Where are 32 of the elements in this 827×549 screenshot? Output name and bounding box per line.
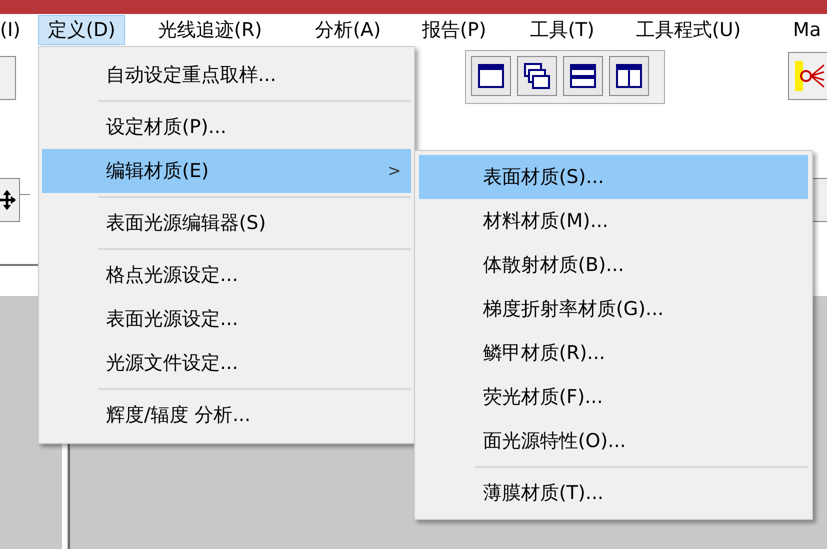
menu-item[interactable]: 表面光源编辑器(S) bbox=[42, 201, 411, 245]
menu-item[interactable]: Ma bbox=[793, 15, 822, 45]
menu-item[interactable]: 编辑材质(E) > bbox=[42, 149, 411, 193]
menu-item[interactable]: 体散射材质(B)... bbox=[419, 243, 808, 287]
menu-item[interactable]: 设定材质(P)... bbox=[42, 105, 411, 149]
menu-item[interactable]: (I) bbox=[0, 15, 20, 45]
menu-item[interactable]: 报告(P) bbox=[422, 15, 486, 45]
menu-item[interactable]: 光源文件设定... bbox=[42, 341, 411, 385]
menu-item[interactable]: 面光源特性(O)... bbox=[419, 419, 808, 463]
menu-item[interactable]: 鳞甲材质(R)... bbox=[419, 331, 808, 375]
menu-item[interactable]: 格点光源设定... bbox=[42, 253, 411, 297]
move-icon bbox=[0, 190, 16, 210]
menu-item[interactable]: 定义(D) bbox=[38, 15, 126, 45]
light-source-icon bbox=[795, 61, 825, 91]
menu-item[interactable]: 光线追迹(R) bbox=[158, 15, 262, 45]
window-icon[interactable] bbox=[471, 56, 511, 96]
menu-item[interactable]: 表面材质(S)... bbox=[419, 155, 808, 199]
menu-item[interactable]: 梯度折射率材质(G)... bbox=[419, 287, 808, 331]
toolbar-button[interactable] bbox=[0, 178, 20, 222]
menu-item[interactable]: 辉度/辐度 分析... bbox=[42, 393, 411, 437]
menu-item[interactable]: 薄膜材质(T)... bbox=[419, 471, 808, 515]
menu-item[interactable]: 表面光源设定... bbox=[42, 297, 411, 341]
menu-item[interactable]: 荧光材质(F)... bbox=[419, 375, 808, 419]
menu-item[interactable]: 工具(T) bbox=[530, 15, 594, 45]
menu-item[interactable]: 自动设定重点取样... bbox=[42, 53, 411, 97]
menu-item[interactable]: 分析(A) bbox=[315, 15, 381, 45]
tile-vertical-icon[interactable] bbox=[609, 56, 649, 96]
cascade-windows-icon[interactable] bbox=[517, 56, 557, 96]
menu-item[interactable]: 工具程式(U) bbox=[636, 15, 741, 45]
tile-horizontal-icon[interactable] bbox=[563, 56, 603, 96]
menu-item[interactable]: 材料材质(M)... bbox=[419, 199, 808, 243]
submenu-arrow: > bbox=[388, 160, 401, 182]
